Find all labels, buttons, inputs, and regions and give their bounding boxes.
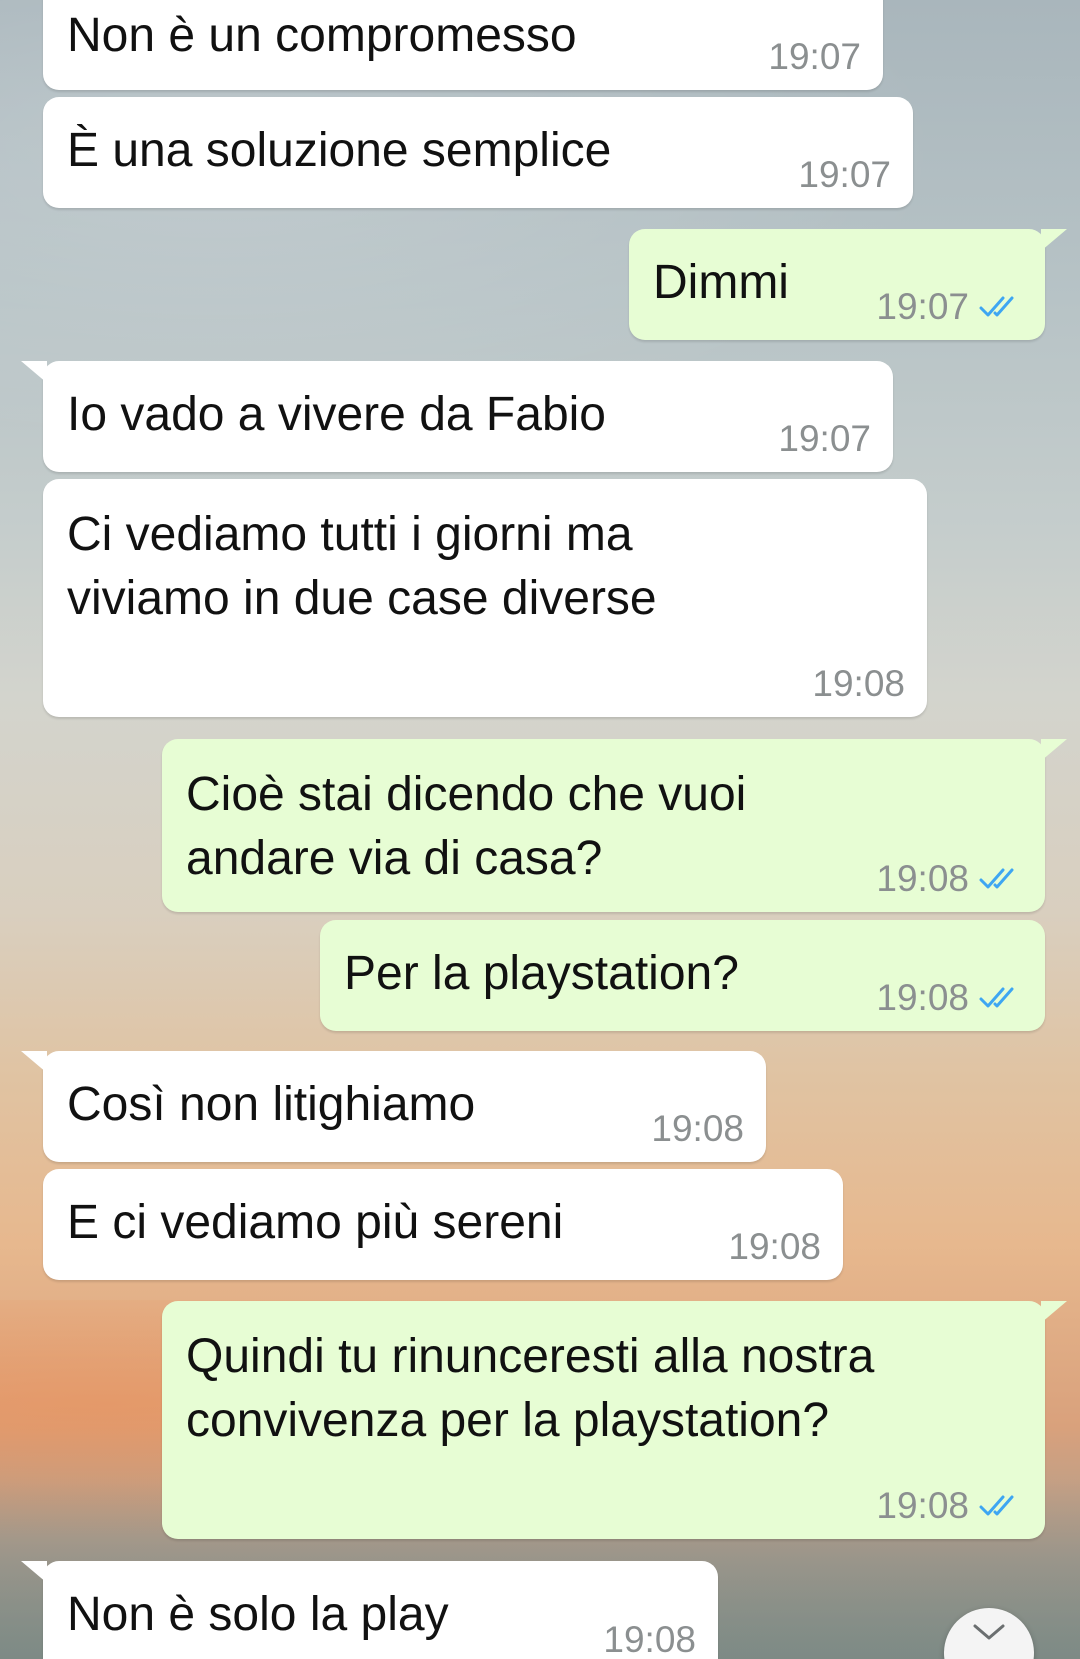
chat-background: Non è un compromesso 19:07 È una soluzio… (0, 0, 1080, 1659)
double-check-icon (979, 1495, 1014, 1516)
message-time: 19:07 (768, 36, 861, 77)
double-check-icon (979, 868, 1014, 889)
message-text: Ci vediamo tutti i giorni ma viviamo in … (67, 508, 657, 625)
message-meta: 19:08 (603, 1619, 696, 1659)
message-bubble-incoming[interactable]: È una soluzione semplice 19:07 (43, 97, 913, 208)
message-time: 19:08 (876, 977, 969, 1018)
message-time: 19:08 (876, 858, 969, 899)
message-time: 19:08 (728, 1226, 821, 1267)
message-bubble-incoming[interactable]: Io vado a vivere da Fabio 19:07 (21, 361, 893, 472)
message-meta: 19:07 (876, 286, 1023, 328)
message-text: Io vado a vivere da Fabio (67, 388, 606, 441)
message-time: 19:07 (876, 286, 969, 327)
message-bubble-incoming[interactable]: Non è un compromesso 19:07 (43, 0, 883, 90)
message-meta: 19:07 (798, 154, 891, 196)
message-time: 19:08 (876, 1485, 969, 1526)
message-bubble-outgoing[interactable]: Per la playstation? 19:08 (320, 920, 1045, 1031)
message-meta: 19:07 (778, 418, 871, 460)
message-bubble-incoming[interactable]: Così non litighiamo 19:08 (21, 1051, 766, 1162)
message-text: Quindi tu rinunceresti alla nostra convi… (186, 1330, 875, 1447)
message-meta: 19:08 (876, 977, 1023, 1019)
message-meta: 19:08 (651, 1108, 744, 1150)
message-text: E ci vediamo più sereni (67, 1196, 564, 1249)
message-bubble-incoming[interactable]: Ci vediamo tutti i giorni ma viviamo in … (43, 479, 927, 717)
message-bubble-outgoing[interactable]: Dimmi 19:07 (629, 229, 1067, 340)
message-bubble-outgoing[interactable]: Quindi tu rinunceresti alla nostra convi… (162, 1301, 1067, 1539)
chevron-down-icon (973, 1624, 1005, 1640)
message-meta: 19:08 (728, 1226, 821, 1268)
message-meta: 19:08 (876, 1485, 1023, 1527)
message-text: Non è solo la play (67, 1588, 449, 1641)
message-bubble-incoming[interactable]: E ci vediamo più sereni 19:08 (43, 1169, 843, 1280)
message-meta: 19:07 (768, 36, 861, 78)
message-meta: 19:08 (876, 858, 1023, 900)
message-text: È una soluzione semplice (67, 124, 612, 177)
message-text: Così non litighiamo (67, 1078, 476, 1131)
message-time: 19:08 (651, 1108, 744, 1149)
message-bubble-incoming[interactable]: Non è solo la play 19:08 (21, 1561, 718, 1659)
message-text: Non è un compromesso (67, 9, 577, 62)
double-check-icon (979, 296, 1014, 317)
double-check-icon (979, 987, 1014, 1008)
message-time: 19:07 (798, 154, 891, 195)
message-bubble-outgoing[interactable]: Cioè stai dicendo che vuoi andare via di… (162, 739, 1067, 912)
scroll-to-bottom-button[interactable] (944, 1608, 1034, 1659)
message-meta: 19:08 (812, 663, 905, 705)
message-time: 19:08 (812, 663, 905, 704)
message-time: 19:07 (778, 418, 871, 459)
message-time: 19:08 (603, 1619, 696, 1659)
